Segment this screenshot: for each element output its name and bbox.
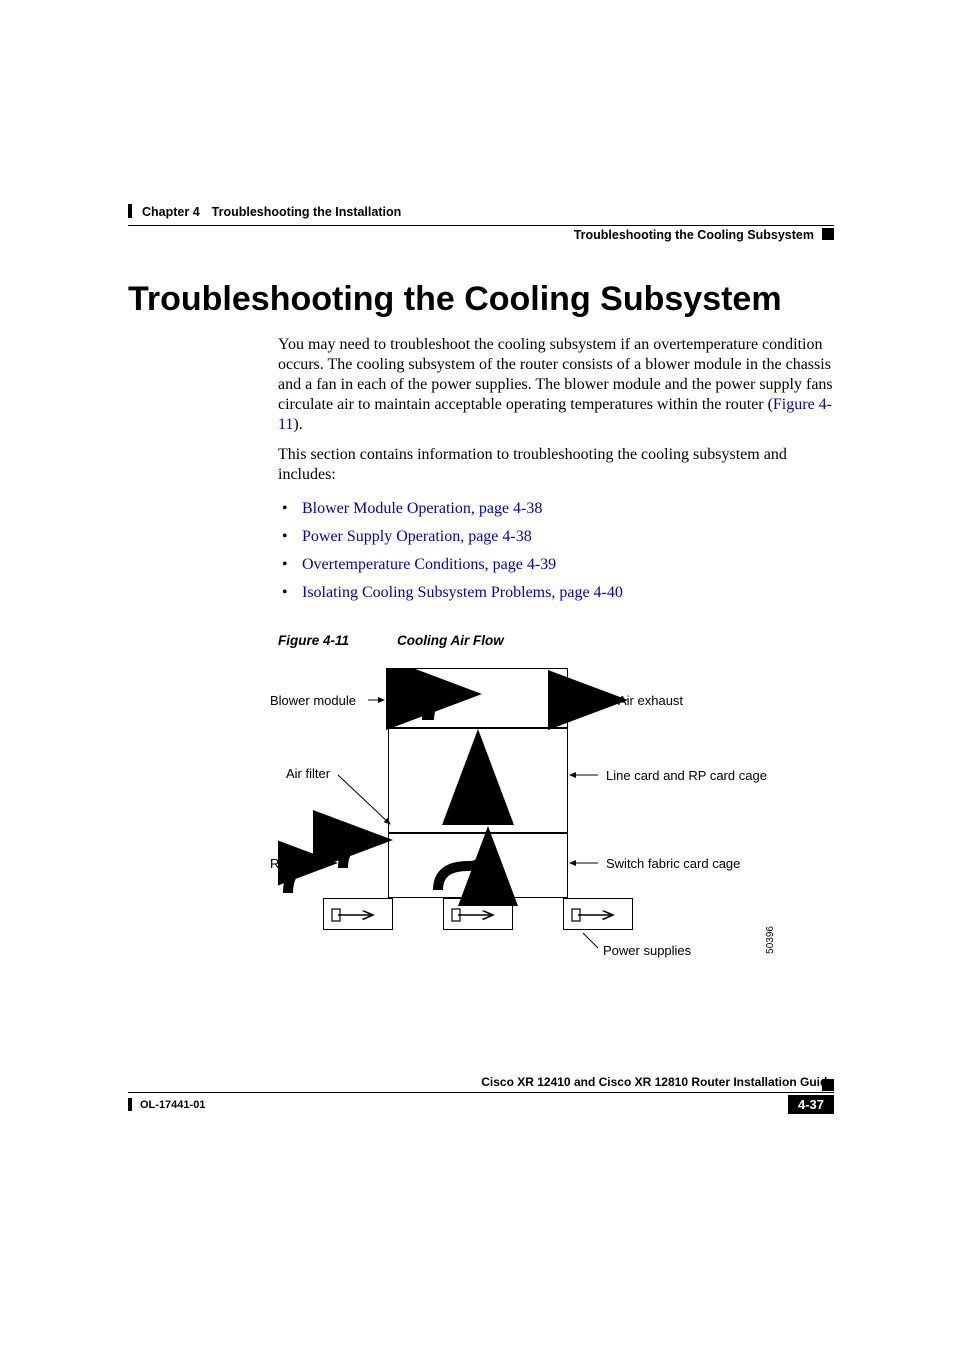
chapter-number: Chapter 4: [142, 205, 200, 219]
airflow-arrows: [278, 668, 778, 978]
footer-rule: [128, 1092, 834, 1093]
intro-paragraph: You may need to troubleshoot the cooling…: [278, 335, 834, 435]
list-item: Blower Module Operation, page 4-38: [278, 499, 834, 519]
topic-list: Blower Module Operation, page 4-38 Power…: [278, 499, 834, 603]
label-air-filter: Air filter: [286, 766, 330, 782]
page-title: Troubleshooting the Cooling Subsystem: [128, 280, 782, 319]
header-rule: [128, 225, 834, 226]
intro-text-a: You may need to troubleshoot the cooling…: [278, 336, 833, 413]
footer-end-marker: [822, 1079, 834, 1091]
label-line-card: Line card and RP card cage: [606, 768, 767, 784]
chapter-title: Troubleshooting the Installation: [212, 205, 402, 219]
body-content: You may need to troubleshoot the cooling…: [278, 335, 834, 978]
header-end-marker: [822, 228, 834, 240]
list-item: Isolating Cooling Subsystem Problems, pa…: [278, 583, 834, 603]
isolating-problems-link[interactable]: Isolating Cooling Subsystem Problems, pa…: [302, 584, 623, 601]
label-blower-module: Blower module: [270, 693, 356, 709]
blower-module-link[interactable]: Blower Module Operation, page 4-38: [302, 500, 542, 517]
figure-title: Cooling Air Flow: [397, 633, 504, 648]
list-item: Overtemperature Conditions, page 4-39: [278, 555, 834, 575]
header-left-bar: [128, 204, 132, 218]
page-number: 4-37: [788, 1095, 834, 1114]
footer-left-bar: [128, 1098, 132, 1111]
label-power-supplies: Power supplies: [603, 943, 691, 959]
figure-caption: Figure 4-11 Cooling Air Flow: [278, 633, 834, 650]
footer-doc-id: OL-17441-01: [140, 1099, 205, 1111]
label-switch-fabric: Switch fabric card cage: [606, 856, 740, 872]
chapter-header: Chapter 4 Troubleshooting the Installatio…: [142, 205, 401, 219]
overtemperature-link[interactable]: Overtemperature Conditions, page 4-39: [302, 556, 556, 573]
cooling-airflow-diagram: Blower module Air filter Room air Air ex…: [278, 668, 778, 978]
label-air-exhaust: Air exhaust: [618, 693, 683, 709]
intro-text-b: ).: [293, 416, 302, 433]
list-item: Power Supply Operation, page 4-38: [278, 527, 834, 547]
figure-number: Figure 4-11: [278, 633, 349, 648]
figure-image-id: 50396: [765, 926, 778, 954]
label-room-air: Room air: [270, 856, 323, 872]
power-supply-link[interactable]: Power Supply Operation, page 4-38: [302, 528, 532, 545]
section-header: Troubleshooting the Cooling Subsystem: [574, 228, 814, 242]
footer-guide-title: Cisco XR 12410 and Cisco XR 12810 Router…: [481, 1075, 834, 1089]
section-intro: This section contains information to tro…: [278, 445, 834, 485]
